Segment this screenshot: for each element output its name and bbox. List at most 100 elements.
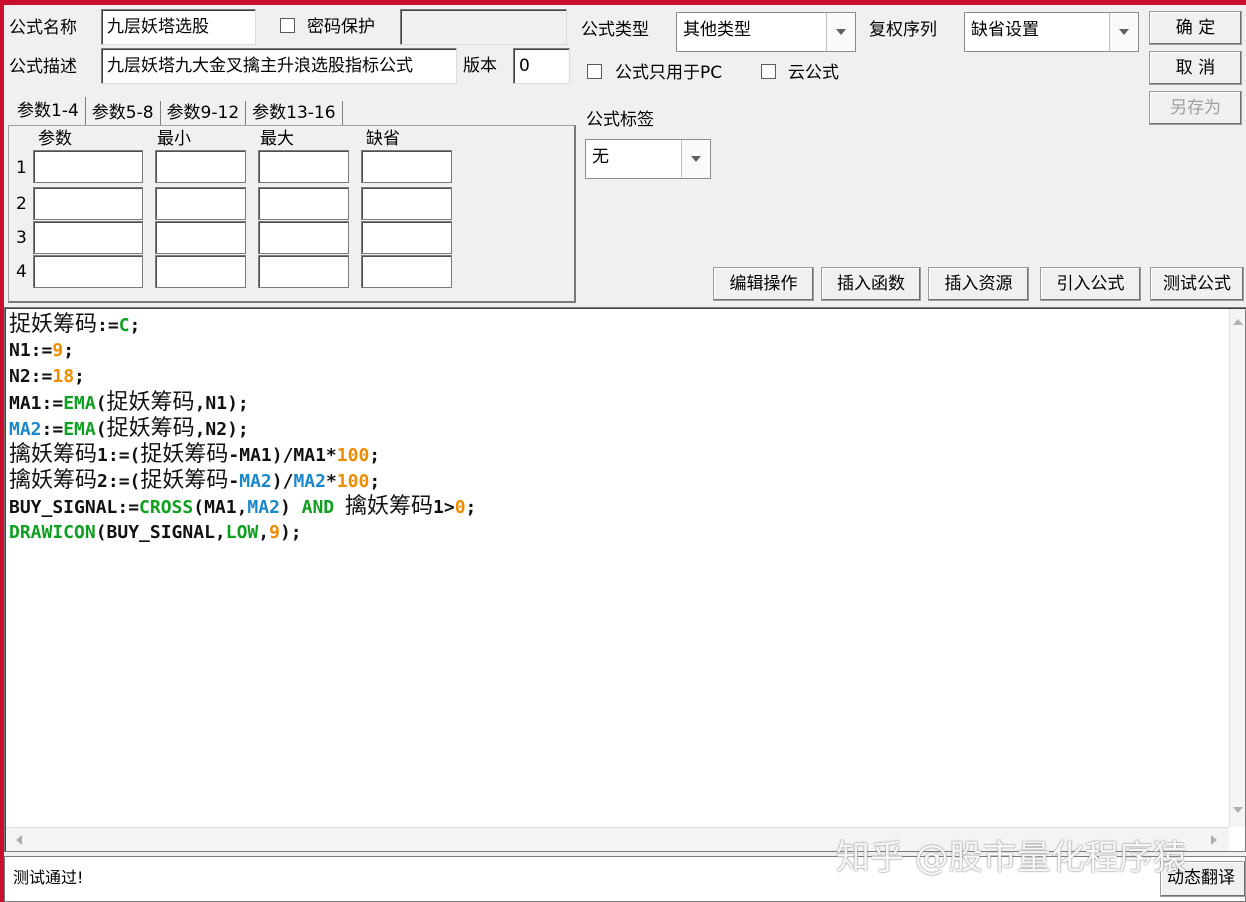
param-default-1[interactable]: [361, 150, 452, 183]
window-top-border: [0, 0, 1246, 5]
code-token: 捉妖筹码: [106, 390, 195, 415]
code-editor[interactable]: [4, 307, 1246, 852]
formula-type-select[interactable]: 其他类型: [676, 12, 856, 52]
code-line-2: N1:=9;: [9, 338, 74, 364]
code-line-7: 擒妖筹码2:=(捉妖筹码-MA2)/MA2*100;: [9, 468, 380, 495]
password-input[interactable]: [400, 9, 567, 45]
cloud-formula-checkbox[interactable]: [761, 64, 776, 79]
insert-resource-button[interactable]: 插入资源: [928, 267, 1029, 301]
chevron-down-icon[interactable]: [681, 140, 710, 178]
param-default-4[interactable]: [361, 255, 452, 288]
param-default-3[interactable]: [361, 221, 452, 254]
param-max-1[interactable]: [258, 150, 349, 183]
code-line-1: 捉妖筹码:=C;: [9, 312, 140, 339]
formula-desc-input[interactable]: 九层妖塔九大金叉擒主升浪选股指标公式: [101, 48, 457, 84]
import-formula-button[interactable]: 引入公式: [1040, 267, 1141, 301]
param-min-2[interactable]: [155, 187, 246, 220]
code-line-4: MA1:=EMA(捉妖筹码,N1);: [9, 390, 249, 417]
code-token: 擒妖筹码: [344, 494, 433, 519]
scroll-right-icon[interactable]: [1211, 835, 1217, 845]
code-token: 擒妖筹码: [9, 442, 98, 467]
watermark: 知乎 @股市量化程序猿: [836, 838, 1187, 878]
max-col-header: 最大: [260, 129, 294, 149]
code-token: ;: [465, 497, 477, 518]
code-token: N1:=: [9, 340, 53, 361]
code-line-6: 擒妖筹码1:=(捉妖筹码-MA1)/MA1*100;: [9, 442, 380, 469]
code-token: ): [279, 497, 302, 518]
code-token: -MA1)/MA1*: [228, 445, 337, 466]
formula-tag-select[interactable]: 无: [585, 139, 711, 179]
param-col-header: 参数: [38, 129, 72, 149]
code-token: 2:=(: [97, 471, 141, 492]
param-max-3[interactable]: [258, 221, 349, 254]
code-token: 捉妖筹码: [106, 416, 195, 441]
code-line-9: DRAWICON(BUY_SIGNAL,LOW,9);: [9, 520, 302, 546]
pc-only-checkbox[interactable]: [587, 64, 602, 79]
param-name-4[interactable]: [33, 255, 143, 288]
code-token: :=: [97, 315, 119, 336]
save-as-button[interactable]: 另存为: [1149, 91, 1242, 125]
code-token: 擒妖筹码: [9, 468, 98, 493]
param-max-4[interactable]: [258, 255, 349, 288]
formula-desc-label: 公式描述: [9, 57, 77, 77]
code-token: MA2: [247, 497, 280, 518]
code-token: ;: [129, 315, 141, 336]
code-token: MA2: [239, 471, 272, 492]
code-token: -: [228, 471, 240, 492]
param-default-2[interactable]: [361, 187, 452, 220]
param-min-4[interactable]: [155, 255, 246, 288]
formula-tag-label: 公式标签: [586, 110, 654, 130]
insert-function-button[interactable]: 插入函数: [821, 267, 921, 301]
param-name-3[interactable]: [33, 221, 143, 254]
code-token: ;: [63, 340, 75, 361]
code-token: CROSS: [139, 497, 194, 518]
code-token: ;: [74, 366, 85, 387]
chevron-down-icon[interactable]: [1109, 13, 1138, 51]
formula-name-input[interactable]: 九层妖塔选股: [101, 9, 256, 45]
restore-sequence-select[interactable]: 缺省设置: [964, 12, 1139, 52]
version-input[interactable]: 0: [513, 48, 570, 84]
param-name-1[interactable]: [33, 150, 143, 183]
chevron-down-icon[interactable]: [826, 13, 855, 51]
cloud-formula-label: 云公式: [788, 63, 839, 83]
code-token: N2:=: [9, 366, 53, 387]
code-token: 1:=(: [97, 445, 141, 466]
formula-name-label: 公式名称: [9, 18, 77, 38]
code-token: MA2: [293, 471, 326, 492]
tab-params-13-16[interactable]: 参数13-16: [246, 101, 343, 125]
code-token: :=: [41, 419, 64, 440]
param-min-3[interactable]: [155, 221, 246, 254]
code-token: 18: [52, 366, 75, 387]
scroll-up-icon[interactable]: [1233, 319, 1243, 325]
param-min-1[interactable]: [155, 150, 246, 183]
param-row-number: 3: [16, 228, 27, 248]
code-token: DRAWICON: [9, 522, 96, 543]
ok-button[interactable]: 确 定: [1149, 11, 1242, 45]
cancel-button[interactable]: 取 消: [1149, 51, 1242, 85]
vertical-scrollbar[interactable]: [1229, 309, 1245, 827]
tab-params-1-4[interactable]: 参数1-4: [11, 97, 86, 125]
code-token: LOW: [225, 522, 259, 543]
param-name-2[interactable]: [33, 187, 143, 220]
tab-params-5-8[interactable]: 参数5-8: [86, 101, 161, 125]
code-line-8: BUY_SIGNAL:=CROSS(MA1,MA2) AND 擒妖筹码1>0;: [9, 494, 476, 521]
scroll-left-icon[interactable]: [16, 835, 22, 845]
restore-sequence-label: 复权序列: [869, 20, 937, 40]
tab-params-9-12[interactable]: 参数9-12: [161, 101, 247, 125]
param-max-2[interactable]: [258, 187, 349, 220]
scroll-down-icon[interactable]: [1233, 807, 1243, 813]
code-token: 9: [269, 522, 280, 543]
edit-ops-button[interactable]: 编辑操作: [713, 267, 814, 301]
code-token: (: [95, 419, 107, 440]
code-token: 捉妖筹码: [9, 312, 98, 337]
password-checkbox[interactable]: [280, 18, 295, 33]
formula-tag-value: 无: [592, 147, 609, 167]
code-token: (BUY_SIGNAL,: [95, 522, 226, 543]
code-token: EMA: [63, 393, 96, 414]
pc-only-label: 公式只用于PC: [615, 63, 723, 83]
test-formula-button[interactable]: 测试公式: [1150, 267, 1244, 301]
param-row-number: 2: [16, 194, 27, 214]
version-label: 版本: [463, 56, 497, 76]
formula-type-label: 公式类型: [581, 20, 649, 40]
code-token: (MA1,: [193, 497, 248, 518]
